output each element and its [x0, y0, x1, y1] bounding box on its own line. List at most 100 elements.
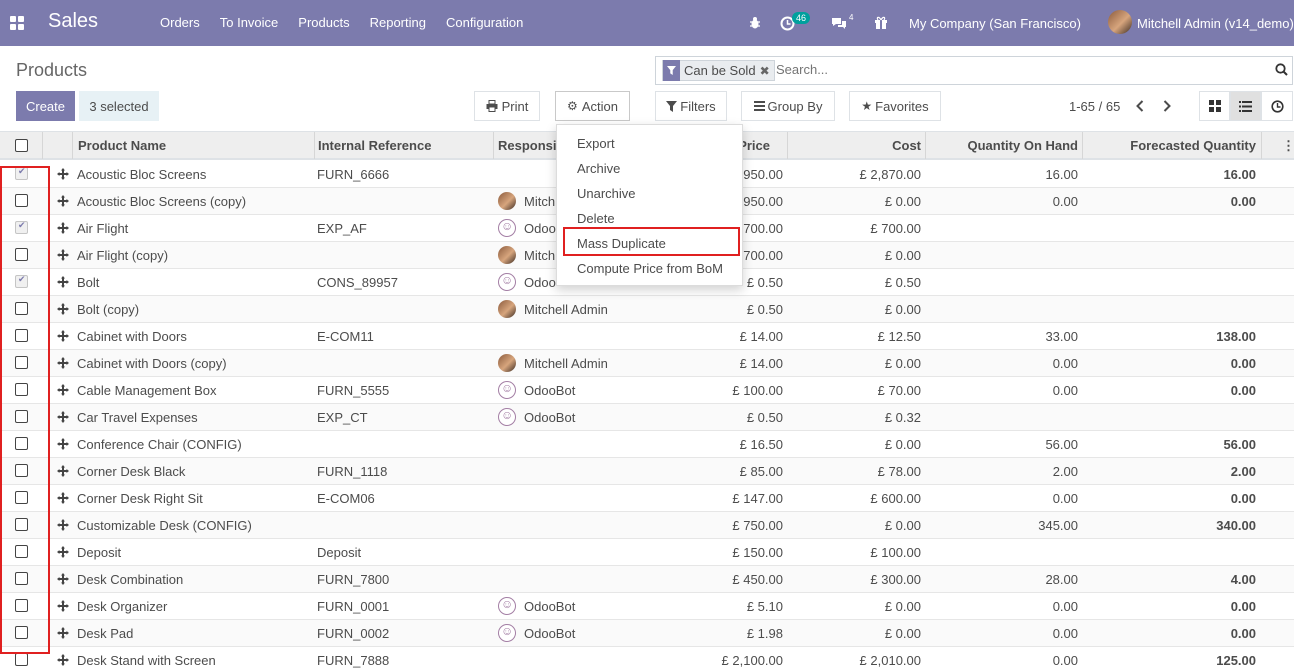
action-compute-price-from-bom[interactable]: Compute Price from BoM — [577, 261, 723, 276]
company-switcher[interactable]: My Company (San Francisco) — [909, 0, 1081, 46]
search-icon[interactable] — [1275, 63, 1288, 79]
action-button[interactable]: ⚙ Action — [555, 91, 630, 121]
app-name[interactable]: Sales — [48, 10, 98, 33]
menu-products[interactable]: Products — [288, 15, 359, 30]
drag-handle-icon[interactable] — [57, 654, 69, 669]
column-cost[interactable]: Cost — [800, 138, 921, 153]
row-checkbox[interactable] — [15, 356, 28, 369]
column-responsible[interactable]: Responsi — [498, 138, 557, 153]
filters-button[interactable]: Filters — [655, 91, 727, 121]
table-row[interactable]: Desk Pad FURN_0002 OdooBot £ 1.98 £ 0.00 0.00… — [0, 620, 1294, 647]
row-checkbox[interactable] — [15, 166, 28, 180]
facet-remove-icon[interactable]: ✖ — [760, 64, 774, 78]
row-checkbox[interactable] — [15, 464, 28, 477]
action-unarchive[interactable]: Unarchive — [577, 186, 636, 201]
row-checkbox[interactable] — [15, 383, 28, 396]
apps-menu-icon[interactable] — [10, 16, 24, 30]
menu-configuration[interactable]: Configuration — [436, 15, 533, 30]
drag-handle-icon[interactable] — [57, 384, 69, 399]
action-archive[interactable]: Archive — [577, 161, 620, 176]
cell-internal-reference: EXP_AF — [317, 221, 367, 236]
drag-handle-icon[interactable] — [57, 627, 69, 642]
column-internal-reference[interactable]: Internal Reference — [318, 138, 431, 153]
row-checkbox[interactable] — [15, 572, 28, 585]
row-checkbox[interactable] — [15, 194, 28, 207]
select-all-checkbox[interactable] — [15, 139, 28, 152]
table-row[interactable]: Cabinet with Doors (copy) Mitchell Admin £… — [0, 350, 1294, 377]
table-row[interactable]: Car Travel Expenses EXP_CT OdooBot £ 0.50 £ … — [0, 404, 1294, 431]
row-checkbox[interactable] — [15, 653, 28, 666]
action-export[interactable]: Export — [577, 136, 615, 151]
bug-icon[interactable] — [748, 0, 762, 46]
table-row[interactable]: Desk Organizer FURN_0001 OdooBot £ 5.10 £ 0.… — [0, 593, 1294, 620]
row-checkbox[interactable] — [15, 220, 28, 234]
table-row[interactable]: Deposit Deposit £ 150.00 £ 100.00 — [0, 539, 1294, 566]
drag-handle-icon[interactable] — [57, 600, 69, 615]
row-checkbox[interactable] — [15, 248, 28, 261]
activity-view-icon[interactable] — [1261, 91, 1293, 121]
list-view-icon[interactable] — [1230, 91, 1261, 121]
drag-handle-icon[interactable] — [57, 519, 69, 534]
pager-previous-icon[interactable] — [1130, 96, 1150, 116]
column-separator — [787, 132, 788, 159]
table-row[interactable]: Cable Management Box FURN_5555 OdooBot £ 10… — [0, 377, 1294, 404]
pager-value[interactable]: 1-65 / 65 — [1069, 99, 1120, 114]
cell-cost: £ 0.00 — [884, 302, 921, 317]
drag-handle-icon[interactable] — [57, 411, 69, 426]
row-checkbox[interactable] — [15, 410, 28, 423]
drag-handle-icon[interactable] — [57, 168, 69, 183]
row-checkbox[interactable] — [15, 626, 28, 639]
row-checkbox[interactable] — [15, 518, 28, 531]
menu-orders[interactable]: Orders — [150, 15, 210, 30]
row-checkbox[interactable] — [15, 329, 28, 342]
gift-icon[interactable] — [874, 0, 888, 46]
print-button[interactable]: Print — [474, 91, 540, 121]
activity-clock-icon[interactable] — [780, 0, 795, 46]
pager-next-icon[interactable] — [1157, 96, 1177, 116]
drag-handle-icon[interactable] — [57, 222, 69, 237]
drag-handle-icon[interactable] — [57, 465, 69, 480]
create-button[interactable]: Create — [16, 91, 75, 121]
row-checkbox[interactable] — [15, 274, 28, 288]
table-row[interactable]: Corner Desk Right Sit E-COM06 £ 147.00 £ 60… — [0, 485, 1294, 512]
user-avatar[interactable] — [1108, 10, 1132, 34]
favorites-button[interactable]: ★ Favorites — [849, 91, 941, 121]
drag-handle-icon[interactable] — [57, 492, 69, 507]
drag-handle-icon[interactable] — [57, 546, 69, 561]
cell-quantity-on-hand: 0.00 — [1052, 653, 1078, 668]
row-checkbox[interactable] — [15, 437, 28, 450]
row-checkbox[interactable] — [15, 599, 28, 612]
kanban-view-icon[interactable] — [1199, 91, 1230, 121]
drag-handle-icon[interactable] — [57, 438, 69, 453]
optional-columns-icon[interactable]: ⋮ — [1282, 138, 1294, 154]
user-menu[interactable]: Mitchell Admin (v14_demo) — [1137, 0, 1294, 46]
group-by-button[interactable]: Group By — [741, 91, 835, 121]
table-row[interactable]: Customizable Desk (CONFIG) £ 750.00 £ 0.00… — [0, 512, 1294, 539]
column-quantity-on-hand[interactable]: Quantity On Hand — [930, 138, 1079, 153]
drag-handle-icon[interactable] — [57, 249, 69, 264]
menu-reporting[interactable]: Reporting — [360, 15, 436, 30]
action-delete[interactable]: Delete — [577, 211, 615, 226]
menu-to-invoice[interactable]: To Invoice — [210, 15, 289, 30]
drag-handle-icon[interactable] — [57, 276, 69, 291]
drag-handle-icon[interactable] — [57, 303, 69, 318]
table-row[interactable]: Conference Chair (CONFIG) £ 16.50 £ 0.00 56… — [0, 431, 1294, 458]
table-row[interactable]: Desk Combination FURN_7800 £ 450.00 £ 300.0… — [0, 566, 1294, 593]
chat-icon[interactable] — [831, 0, 847, 46]
row-checkbox[interactable] — [15, 302, 28, 315]
table-row[interactable]: Cabinet with Doors E-COM11 £ 14.00 £ 12.50 3… — [0, 323, 1294, 350]
table-row[interactable]: Corner Desk Black FURN_1118 £ 85.00 £ 78.00… — [0, 458, 1294, 485]
drag-handle-icon[interactable] — [57, 330, 69, 345]
drag-handle-icon[interactable] — [57, 357, 69, 372]
cell-cost: £ 12.50 — [877, 329, 921, 344]
column-forecasted-quantity[interactable]: Forecasted Quantity — [1090, 138, 1256, 153]
drag-handle-icon[interactable] — [57, 195, 69, 210]
column-product-name[interactable]: Product Name — [78, 138, 166, 153]
row-checkbox[interactable] — [15, 545, 28, 558]
table-row[interactable]: Desk Stand with Screen FURN_7888 £ 2,100.0… — [0, 647, 1294, 669]
row-checkbox[interactable] — [15, 491, 28, 504]
action-mass-duplicate[interactable]: Mass Duplicate — [577, 236, 666, 251]
search-input[interactable] — [776, 62, 1256, 77]
table-row[interactable]: Bolt (copy) Mitchell Admin £ 0.50 £ 0.00 — [0, 296, 1294, 323]
drag-handle-icon[interactable] — [57, 573, 69, 588]
